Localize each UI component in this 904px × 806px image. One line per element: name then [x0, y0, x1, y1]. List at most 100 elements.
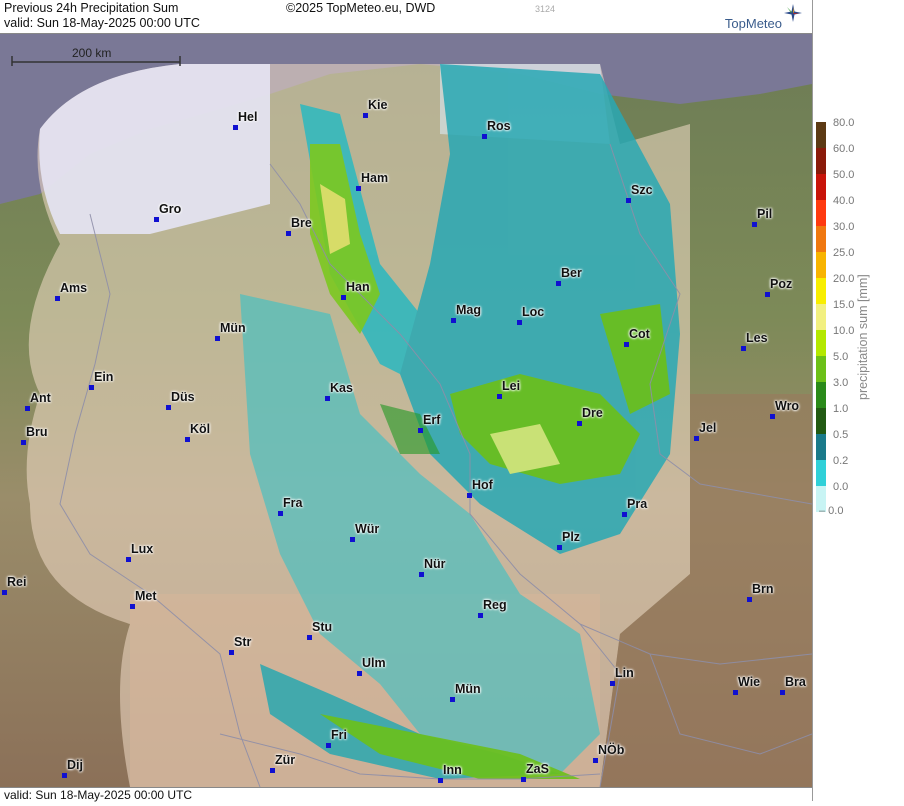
run-id: 3124 — [535, 4, 556, 14]
city-label: Plz — [562, 530, 581, 544]
city-marker — [350, 537, 355, 542]
city-label: Lin — [615, 666, 634, 680]
legend-swatch — [816, 252, 826, 278]
city-marker — [126, 557, 131, 562]
city-label: Lux — [131, 542, 154, 556]
city-label: Szc — [631, 183, 653, 197]
city-label: Rei — [7, 575, 27, 589]
city-label: Bre — [291, 216, 312, 230]
city-marker — [733, 690, 738, 695]
legend-zero-label: – 0.0 — [819, 505, 843, 517]
legend-label: 20.0 — [833, 273, 854, 285]
city-marker — [419, 572, 424, 577]
city-marker — [89, 385, 94, 390]
legend-swatch — [816, 200, 826, 226]
city-label: Hel — [238, 110, 258, 124]
city-label: Brn — [752, 582, 774, 596]
city-label: Mag — [456, 303, 481, 317]
city-marker — [765, 292, 770, 297]
city-marker — [694, 436, 699, 441]
city-marker — [166, 405, 171, 410]
city-marker — [747, 597, 752, 602]
legend-label: 50.0 — [833, 169, 854, 181]
precipitation-map[interactable]: 200 km — [0, 34, 812, 787]
city-marker — [626, 198, 631, 203]
city-label: Str — [234, 635, 252, 649]
legend-label: 0.2 — [833, 455, 848, 467]
city-label: Hof — [472, 478, 493, 492]
city-marker — [357, 671, 362, 676]
legend-title: precipitation sum [mm] — [856, 274, 870, 400]
city-marker — [478, 613, 483, 618]
city-label: Ber — [561, 266, 582, 280]
city-label: Köl — [190, 422, 211, 436]
legend-label: 40.0 — [833, 195, 854, 207]
city-marker — [270, 768, 275, 773]
city-label: Pra — [627, 497, 648, 511]
city-marker — [556, 281, 561, 286]
legend-swatch — [816, 460, 826, 486]
city-marker — [577, 421, 582, 426]
city-label: Mün — [455, 682, 481, 696]
legend-label: 15.0 — [833, 299, 854, 311]
city-label: Nür — [424, 557, 446, 571]
logo-text: TopMeteo — [724, 16, 782, 31]
city-marker — [325, 396, 330, 401]
legend-label: 1.0 — [833, 403, 848, 415]
city-marker — [363, 113, 368, 118]
city-marker — [356, 186, 361, 191]
compass-star-icon — [784, 4, 802, 22]
scale-bar-label: 200 km — [72, 46, 112, 60]
city-marker — [341, 295, 346, 300]
city-marker — [593, 758, 598, 763]
legend-swatch — [816, 174, 826, 200]
city-marker — [482, 134, 487, 139]
city-marker — [451, 318, 456, 323]
city-marker — [467, 493, 472, 498]
city-label: Ams — [60, 281, 88, 295]
city-marker — [517, 320, 522, 325]
city-marker — [130, 604, 135, 609]
city-marker — [233, 125, 238, 130]
copyright: ©2025 TopMeteo.eu, DWD — [286, 1, 436, 15]
legend-label: 10.0 — [833, 325, 854, 337]
legend-swatch — [816, 434, 826, 460]
city-label: Han — [346, 280, 370, 294]
city-marker — [62, 773, 67, 778]
map-title: Previous 24h Precipitation Sum — [4, 1, 179, 15]
map-canvas — [0, 34, 812, 787]
city-label: Dij — [67, 758, 83, 772]
city-label: Wro — [775, 399, 800, 413]
city-marker — [622, 512, 627, 517]
city-label: Inn — [443, 763, 462, 777]
city-label: Jel — [699, 421, 717, 435]
header-bar: Previous 24h Precipitation Sum valid: Su… — [0, 0, 812, 34]
legend-label: 0.0 — [833, 481, 848, 493]
city-label: Mün — [220, 321, 246, 335]
city-marker — [438, 778, 443, 783]
city-marker — [229, 650, 234, 655]
legend-label: 0.5 — [833, 429, 848, 441]
city-marker — [521, 777, 526, 782]
city-label: Cot — [629, 327, 650, 341]
city-marker — [307, 635, 312, 640]
city-label: Ros — [487, 119, 511, 133]
legend-swatch — [816, 122, 826, 148]
city-marker — [418, 428, 423, 433]
city-marker — [278, 511, 283, 516]
city-label: ZaS — [526, 762, 549, 776]
legend-swatch — [816, 278, 826, 304]
legend-swatch — [816, 408, 826, 434]
footer-valid-time: valid: Sun 18-May-2025 00:00 UTC — [4, 788, 193, 802]
city-label: Kas — [330, 381, 353, 395]
city-label: Dre — [582, 406, 603, 420]
city-label: Fri — [331, 728, 347, 742]
city-label: Ein — [94, 370, 114, 384]
city-marker — [610, 681, 615, 686]
city-label: Gro — [159, 202, 182, 216]
valid-time: valid: Sun 18-May-2025 00:00 UTC — [4, 16, 200, 30]
city-marker — [752, 222, 757, 227]
city-label: Bru — [26, 425, 48, 439]
city-label: Pil — [757, 207, 773, 221]
city-label: Reg — [483, 598, 507, 612]
